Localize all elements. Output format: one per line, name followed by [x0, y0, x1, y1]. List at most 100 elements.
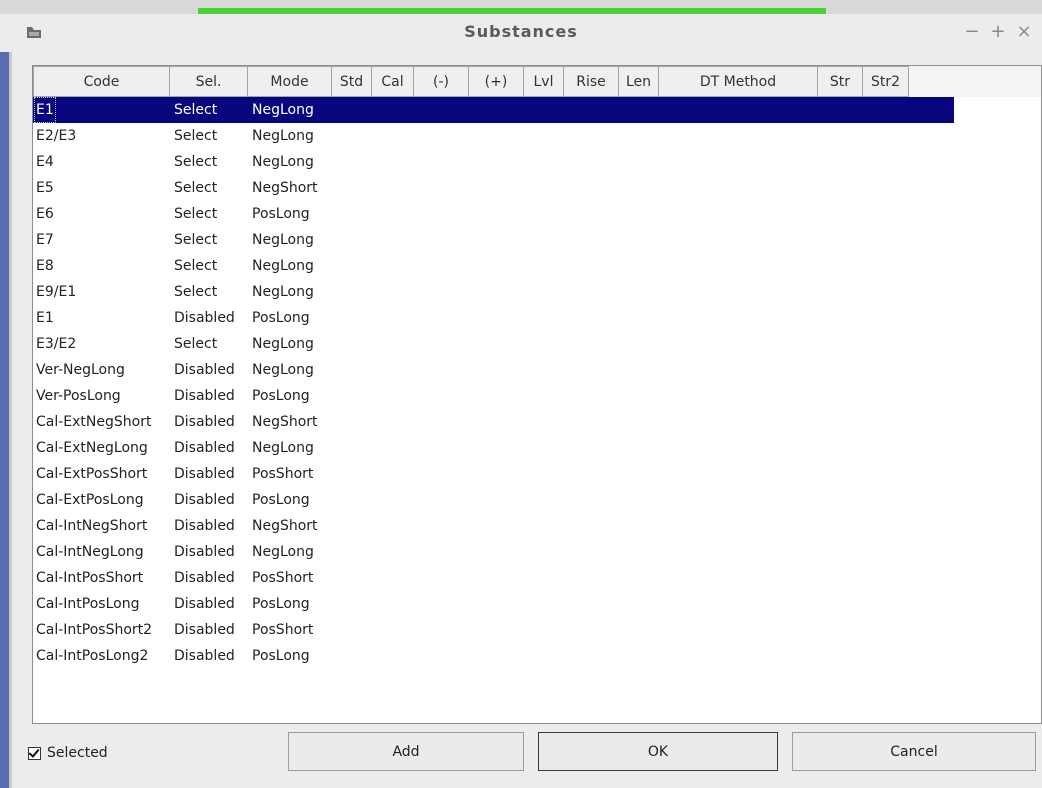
cell-sel: Select: [174, 336, 218, 352]
table-row[interactable]: Cal-IntPosLong2 Disabled PosLong: [33, 643, 954, 669]
cell-code: Cal-IntNegShort: [36, 518, 148, 534]
cell-mode: PosLong: [252, 310, 310, 326]
cell-sel: Select: [174, 102, 218, 118]
cell-mode: NegLong: [252, 154, 314, 170]
checkbox-check-icon[interactable]: [28, 746, 41, 760]
cell-sel: Select: [174, 128, 218, 144]
column-header-str[interactable]: Str: [818, 66, 863, 97]
cell-code: Cal-ExtNegShort: [36, 414, 152, 430]
table-row[interactable]: Cal-ExtNegLong Disabled NegLong: [33, 435, 954, 461]
cell-sel: Disabled: [174, 596, 235, 612]
table-header: Code Sel. Mode Std Cal (-) (+) Lvl Rise …: [33, 66, 1041, 97]
cell-mode: NegShort: [252, 518, 318, 534]
cell-sel: Select: [174, 258, 218, 274]
table-row[interactable]: E1 Disabled PosLong: [33, 305, 954, 331]
table-row[interactable]: E5 Select NegShort: [33, 175, 954, 201]
cell-sel: Select: [174, 206, 218, 222]
cell-code: E6: [36, 206, 54, 222]
table-row[interactable]: Cal-ExtPosShort Disabled PosShort: [33, 461, 954, 487]
close-icon[interactable]: ×: [1014, 20, 1034, 44]
table-row[interactable]: Cal-IntNegShort Disabled NegShort: [33, 513, 954, 539]
cell-mode: PosLong: [252, 648, 310, 664]
table-row[interactable]: Cal-ExtNegShort Disabled NegShort: [33, 409, 954, 435]
column-header-minus[interactable]: (-): [414, 66, 469, 97]
column-header-plus[interactable]: (+): [469, 66, 524, 97]
cell-sel: Disabled: [174, 440, 235, 456]
table-row[interactable]: E2/E3 Select NegLong: [33, 123, 954, 149]
table-row[interactable]: Cal-IntPosShort2 Disabled PosShort: [33, 617, 954, 643]
cell-mode: PosShort: [252, 466, 314, 482]
cell-code: E3/E2: [36, 336, 77, 352]
cell-mode: PosLong: [252, 492, 310, 508]
cell-sel: Disabled: [174, 622, 235, 638]
cell-code: E8: [36, 258, 54, 274]
cell-code: Cal-IntPosShort2: [36, 622, 153, 638]
column-header-code[interactable]: Code: [33, 66, 170, 97]
cell-code: Cal-IntPosLong: [36, 596, 140, 612]
ok-button[interactable]: OK: [538, 732, 778, 771]
cancel-button[interactable]: Cancel: [792, 732, 1036, 771]
cell-code: Cal-IntNegLong: [36, 544, 144, 560]
cell-sel: Disabled: [174, 518, 235, 534]
table-row[interactable]: Cal-IntPosShort Disabled PosShort: [33, 565, 954, 591]
cell-sel: Select: [174, 180, 218, 196]
cell-code: E1: [36, 310, 54, 326]
add-button[interactable]: Add: [288, 732, 524, 771]
left-edge: [0, 52, 9, 788]
cell-mode: PosLong: [252, 206, 310, 222]
cell-code: E1: [34, 97, 56, 123]
cell-sel: Disabled: [174, 414, 235, 430]
column-header-dt-method[interactable]: DT Method: [659, 66, 818, 97]
cell-mode: NegLong: [252, 544, 314, 560]
maximize-icon[interactable]: +: [988, 20, 1008, 44]
table-row[interactable]: E7 Select NegLong: [33, 227, 954, 253]
cell-mode: NegLong: [252, 232, 314, 248]
cell-mode: PosShort: [252, 570, 314, 586]
cell-code: Ver-NegLong: [36, 362, 125, 378]
column-header-sel[interactable]: Sel.: [170, 66, 248, 97]
cell-code: E2/E3: [36, 128, 77, 144]
table-row[interactable]: Cal-ExtPosLong Disabled PosLong: [33, 487, 954, 513]
cell-sel: Disabled: [174, 492, 235, 508]
column-header-mode[interactable]: Mode: [248, 66, 332, 97]
cell-code: E4: [36, 154, 54, 170]
cell-mode: NegShort: [252, 180, 318, 196]
title-bar[interactable]: Substances − + ×: [0, 14, 1042, 53]
table-row[interactable]: E4 Select NegLong: [33, 149, 954, 175]
column-header-std[interactable]: Std: [332, 66, 372, 97]
cell-code: Cal-ExtPosShort: [36, 466, 148, 482]
cell-mode: NegLong: [252, 284, 314, 300]
table-row[interactable]: Ver-PosLong Disabled PosLong: [33, 383, 954, 409]
table-row[interactable]: E3/E2 Select NegLong: [33, 331, 954, 357]
cell-sel: Select: [174, 232, 218, 248]
cell-sel: Select: [174, 154, 218, 170]
cell-mode: NegLong: [252, 128, 314, 144]
cell-mode: NegLong: [252, 336, 314, 352]
cell-sel: Disabled: [174, 310, 235, 326]
table-row[interactable]: Cal-IntPosLong Disabled PosLong: [33, 591, 954, 617]
cell-sel: Disabled: [174, 466, 235, 482]
table-row[interactable]: Ver-NegLong Disabled NegLong: [33, 357, 954, 383]
cell-mode: NegLong: [252, 102, 314, 118]
cell-mode: NegShort: [252, 414, 318, 430]
cell-code: Ver-PosLong: [36, 388, 121, 404]
table-row[interactable]: Cal-IntNegLong Disabled NegLong: [33, 539, 954, 565]
top-edge: [0, 0, 1042, 14]
column-header-len[interactable]: Len: [619, 66, 659, 97]
substances-table[interactable]: Code Sel. Mode Std Cal (-) (+) Lvl Rise …: [32, 65, 1042, 724]
cell-mode: NegLong: [252, 258, 314, 274]
column-header-str2[interactable]: Str2: [863, 66, 909, 97]
column-header-lvl[interactable]: Lvl: [524, 66, 564, 97]
table-row[interactable]: E6 Select PosLong: [33, 201, 954, 227]
window-title: Substances: [464, 22, 578, 41]
cell-sel: Disabled: [174, 570, 235, 586]
selected-checkbox[interactable]: Selected: [28, 742, 108, 764]
table-row[interactable]: E9/E1 Select NegLong: [33, 279, 954, 305]
column-header-rise[interactable]: Rise: [564, 66, 619, 97]
table-row[interactable]: E8 Select NegLong: [33, 253, 954, 279]
cell-mode: PosLong: [252, 388, 310, 404]
minimize-icon[interactable]: −: [962, 20, 982, 44]
table-row[interactable]: E1 Select NegLong: [33, 97, 954, 123]
cell-mode: NegLong: [252, 362, 314, 378]
column-header-cal[interactable]: Cal: [372, 66, 414, 97]
